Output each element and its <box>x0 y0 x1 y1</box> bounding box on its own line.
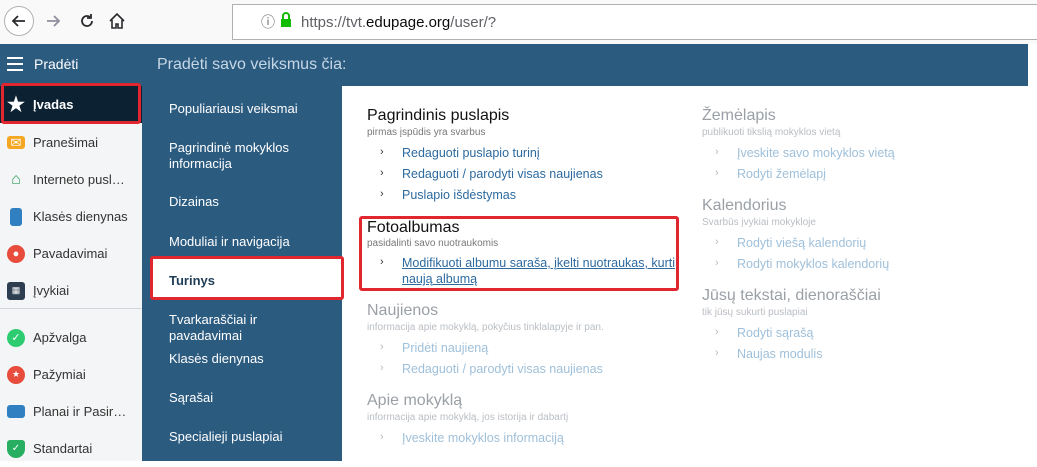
chevron-right-icon: › <box>380 188 384 200</box>
link-mokyklos-vieta[interactable]: Įveskite savo mokyklos vietą <box>737 146 895 160</box>
back-button[interactable] <box>4 6 34 36</box>
highlight-box-fotoalbumas <box>359 216 679 291</box>
sidebar-item-pavadavimai[interactable]: ● Pavadavimai <box>0 235 142 272</box>
section-subtitle: publikuoti tikslią mokyklos vietą <box>702 127 841 138</box>
sidebar-item-apzvalga[interactable]: ✓ Apžvalga <box>0 319 142 356</box>
section-subtitle: informacija apie mokyklą, jos istorija i… <box>367 412 569 423</box>
section-title: Kalendorius <box>702 197 787 214</box>
link-viesas-kalendorius[interactable]: Rodyti viešą kalendorių <box>737 236 866 250</box>
sidebar-item-label: Standartai <box>33 441 93 456</box>
menu-item-populiariausi[interactable]: Populiariausi veiksmai <box>169 101 329 117</box>
chevron-right-icon: › <box>715 347 719 359</box>
link-redaguoti-turini[interactable]: Redaguoti puslapio turinį <box>402 146 540 160</box>
menu-item-specialieji[interactable]: Specialieji puslapiai <box>169 429 329 445</box>
check-icon: ✓ <box>7 328 25 347</box>
calendar-icon: ▦ <box>7 281 25 300</box>
book-icon <box>10 207 22 226</box>
sidebar-item-label: Klasės dienynas <box>33 209 128 224</box>
sidebar-item-label: Pavadavimai <box>33 246 108 261</box>
chevron-right-icon: › <box>380 341 384 353</box>
sidebar-item-label: Planai ir Pasir… <box>33 404 127 419</box>
link-redaguoti-naujienas-2[interactable]: Redaguoti / parodyti visas naujienas <box>402 362 603 376</box>
menu-item-tvarkarasciai[interactable]: Tvarkaraščiai ir pavadavimai <box>169 312 329 344</box>
arrow-left-icon <box>11 15 25 27</box>
sidebar-item-label: Apžvalga <box>33 330 87 345</box>
home-button[interactable] <box>102 6 132 36</box>
chevron-right-icon: › <box>380 146 384 158</box>
section-title: Naujienos <box>367 302 439 319</box>
top-bar <box>0 44 1028 86</box>
link-redaguoti-naujienas[interactable]: Redaguoti / parodyti visas naujienas <box>402 167 603 181</box>
shield-icon: ✓ <box>7 439 25 458</box>
menu-item-klases-dienynas[interactable]: Klasės dienynas <box>169 351 329 367</box>
sidebar-item-pranesimai[interactable]: ✉ Pranešimai <box>0 124 142 161</box>
url-text: https://tvt.edupage.org/user/? <box>301 13 497 31</box>
menu-item-dizainas[interactable]: Dizainas <box>169 194 329 210</box>
link-mokyklos-kalendorius[interactable]: Rodyti mokyklos kalendorių <box>737 257 889 271</box>
section-title: Pagrindinis puslapis <box>367 107 510 124</box>
sidebar-item-label: Interneto pusl… <box>33 172 125 187</box>
chevron-right-icon: › <box>715 236 719 248</box>
reload-icon <box>81 14 93 27</box>
section-title: Žemėlapis <box>702 107 776 124</box>
sidebar-item-klases[interactable]: Klasės dienynas <box>0 198 142 235</box>
sidebar-item-label: Pranešimai <box>33 135 99 150</box>
section-title: Apie mokyklą <box>367 392 463 409</box>
sidebar-divider <box>0 308 142 309</box>
info-icon: ⓘ <box>261 14 275 30</box>
menu-item-pagrindine[interactable]: Pagrindinė mokyklos informacija <box>169 140 329 172</box>
chevron-right-icon: › <box>380 431 384 443</box>
chevron-right-icon: › <box>380 362 384 374</box>
highlight-box-turinys <box>150 256 344 300</box>
link-prideti-naujiena[interactable]: Pridėti naujieną <box>402 341 488 355</box>
forward-button[interactable] <box>38 6 68 36</box>
chevron-right-icon: › <box>715 167 719 179</box>
briefcase-icon <box>7 405 25 418</box>
section-subtitle: informacija apie mokyklą, pokyčius tinkl… <box>367 322 604 333</box>
highlight-box-ivadas <box>1 83 141 124</box>
mail-icon: ✉ <box>7 135 25 150</box>
link-mokyklos-informacija[interactable]: Įveskite mokyklos informaciją <box>402 431 564 445</box>
sidebar-item-pazymiai[interactable]: ★ Pažymiai <box>0 356 142 393</box>
menu-item-sarasai[interactable]: Sąrašai <box>169 390 329 406</box>
grades-icon: ★ <box>7 365 25 384</box>
chevron-right-icon: › <box>380 167 384 179</box>
sidebar-item-label: Pažymiai <box>33 367 86 382</box>
menu-item-moduliai[interactable]: Moduliai ir navigacija <box>169 234 329 250</box>
link-puslapio-isdestymas[interactable]: Puslapio išdėstymas <box>402 188 516 202</box>
chevron-right-icon: › <box>715 326 719 338</box>
right-gutter <box>1028 44 1037 461</box>
section-title: Jūsų tekstai, dienoraščiai <box>702 287 881 304</box>
section-subtitle: Svarbūs įvykiai mokykloje <box>702 217 816 228</box>
arrow-right-icon <box>47 15 61 27</box>
link-naujas-modulis[interactable]: Naujas modulis <box>737 347 822 361</box>
sidebar-item-ivykiai[interactable]: ▦ Įvykiai <box>0 272 142 309</box>
user-icon: ● <box>7 244 25 263</box>
link-rodyti-zemelapi[interactable]: Rodyti žemėlapį <box>737 167 826 181</box>
sidebar-item-label: Įvykiai <box>33 283 70 298</box>
hint-text: Pradėti savo veiksmus čia: <box>157 56 347 73</box>
section-subtitle: tik jūsų sukurti puslapiai <box>702 307 808 318</box>
reload-button[interactable] <box>72 6 102 36</box>
home-icon: ⌂ <box>11 170 21 188</box>
lock-icon <box>279 11 293 33</box>
home-icon <box>109 12 125 29</box>
sidebar-item-planai[interactable]: Planai ir Pasir… <box>0 393 142 430</box>
chevron-right-icon: › <box>715 257 719 269</box>
sidebar-item-interneto[interactable]: ⌂ Interneto pusl… <box>0 161 142 198</box>
section-subtitle: pirmas įspūdis yra svarbus <box>367 127 486 138</box>
hamburger-icon[interactable] <box>7 57 23 71</box>
link-rodyti-sarasa[interactable]: Rodyti sąrašą <box>737 326 813 340</box>
address-bar[interactable]: ⓘ https://tvt.edupage.org/user/? <box>232 4 1037 40</box>
menu-title[interactable]: Pradėti <box>34 56 78 72</box>
chevron-right-icon: › <box>715 146 719 158</box>
sidebar-item-standartai[interactable]: ✓ Standartai <box>0 430 142 467</box>
